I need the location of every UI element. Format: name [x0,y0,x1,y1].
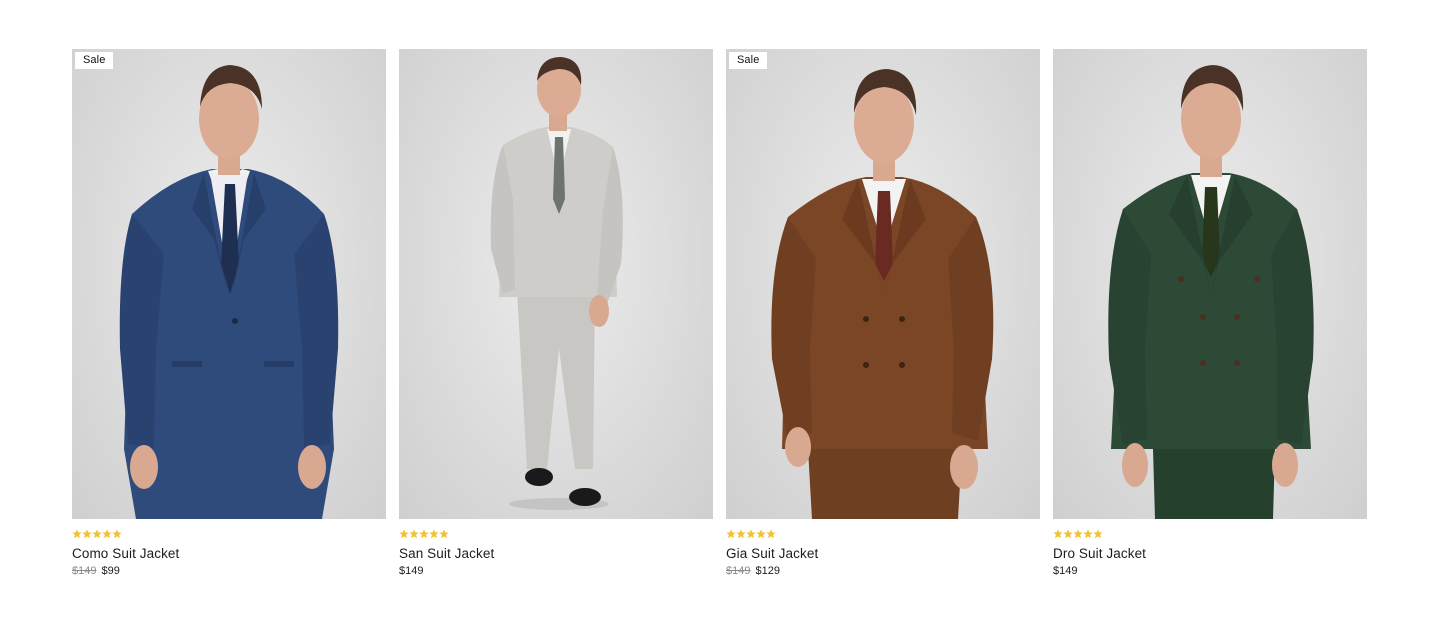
current-price: $129 [755,565,780,577]
star-icon [92,529,102,539]
star-icon [736,529,746,539]
star-icon [1083,529,1093,539]
product-info: Como Suit Jacket $149 $99 [72,519,386,578]
product-image-link[interactable]: Sale [72,49,386,519]
star-icon [399,529,409,539]
price-row: $149 $129 [726,564,1040,578]
navy-suit-model-image [119,65,339,519]
product-info: Gia Suit Jacket $149 $129 [726,519,1040,578]
star-icon [726,529,736,539]
product-image-link[interactable] [1053,49,1367,519]
star-icon [766,529,776,539]
product-name-link[interactable]: Dro Suit Jacket [1053,545,1367,562]
rating-stars [726,528,1040,540]
price-row: $149 [399,564,713,578]
product-name-link[interactable]: San Suit Jacket [399,545,713,562]
star-icon [746,529,756,539]
star-icon [102,529,112,539]
star-icon [429,529,439,539]
product-name-link[interactable]: Gia Suit Jacket [726,545,1040,562]
original-price: $149 [72,565,97,577]
product-card[interactable]: Sale Como Suit Jacket $149 $99 [72,49,386,578]
star-icon [419,529,429,539]
sale-badge: Sale [75,52,114,69]
star-icon [1063,529,1073,539]
star-icon [1073,529,1083,539]
product-image-link[interactable]: Sale [726,49,1040,519]
price-row: $149 $99 [72,564,386,578]
sale-badge: Sale [729,52,768,69]
light-grey-suit-model-image [490,57,623,510]
product-info: San Suit Jacket $149 [399,519,713,578]
brown-suit-model-image [771,69,994,519]
product-card[interactable]: Sale Gia Suit Jacket $149 $129 [726,49,1040,578]
current-price: $149 [1053,565,1078,577]
green-suit-model-image [1108,65,1314,519]
product-info: Dro Suit Jacket $149 [1053,519,1367,578]
product-card[interactable]: San Suit Jacket $149 [399,49,713,578]
product-name-link[interactable]: Como Suit Jacket [72,545,386,562]
rating-stars [399,528,713,540]
rating-stars [72,528,386,540]
star-icon [72,529,82,539]
product-card[interactable]: Dro Suit Jacket $149 [1053,49,1367,578]
star-icon [82,529,92,539]
original-price: $149 [726,565,751,577]
star-icon [756,529,766,539]
product-image-link[interactable] [399,49,713,519]
star-icon [439,529,449,539]
star-icon [1093,529,1103,539]
price-row: $149 [1053,564,1367,578]
star-icon [409,529,419,539]
star-icon [112,529,122,539]
current-price: $99 [101,565,120,577]
rating-stars [1053,528,1367,540]
star-icon [1053,529,1063,539]
product-grid: Sale Como Suit Jacket $149 $99 San Suit … [72,49,1368,578]
current-price: $149 [399,565,424,577]
